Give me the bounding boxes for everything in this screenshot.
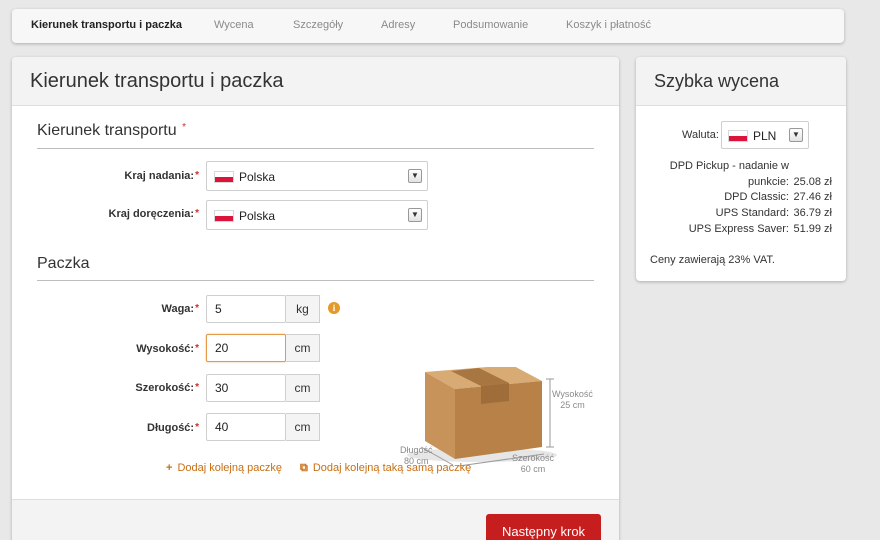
ups-express-label: UPS Express Saver:: [688, 223, 789, 235]
next-step-button[interactable]: Następny krok: [486, 514, 601, 540]
width-dimension-name: Szerokość: [512, 453, 555, 463]
package-section-title: Paczka: [37, 255, 90, 272]
direction-section-title: Kierunek transportu *: [37, 122, 186, 140]
chevron-down-icon[interactable]: ▼: [408, 169, 422, 183]
chevron-down-icon[interactable]: ▼: [408, 208, 422, 222]
add-same-package-link[interactable]: ⧉ Dodaj kolejną taką samą paczkę: [300, 462, 471, 475]
step-addresses[interactable]: Adresy: [381, 19, 415, 31]
width-dimension-value: 60 cm: [520, 464, 546, 474]
ups-express-price: 51.99 zł: [793, 223, 832, 235]
shipment-form-card: Kierunek transportu i paczka Kierunek tr…: [12, 57, 619, 540]
info-icon[interactable]: i: [328, 302, 340, 314]
currency-select[interactable]: PLN ▼: [721, 121, 809, 149]
chevron-down-icon[interactable]: ▼: [789, 128, 803, 142]
required-mark: *: [195, 170, 199, 181]
height-dimension-label: Wysokość 25 cm: [552, 389, 593, 411]
flag-poland-icon: [214, 171, 234, 183]
origin-label-text: Kraj nadania:: [124, 170, 195, 182]
length-label-text: Długość:: [147, 422, 195, 434]
ups-standard-label: UPS Standard:: [715, 207, 789, 219]
height-dimension-value: 25 cm: [560, 400, 585, 410]
length-unit: cm: [286, 413, 320, 441]
add-package-link[interactable]: + Dodaj kolejną paczkę: [166, 462, 282, 474]
weight-input[interactable]: [206, 295, 286, 323]
required-mark: *: [195, 422, 199, 433]
step-quote[interactable]: Wycena: [214, 19, 254, 31]
destination-country-select[interactable]: Polska ▼: [206, 200, 428, 230]
dpd-classic-price: 27.46 zł: [793, 191, 832, 203]
page-title: Kierunek transportu i paczka: [30, 69, 284, 92]
flag-poland-icon: [728, 130, 748, 142]
flag-poland-icon: [214, 210, 234, 222]
vat-note: Ceny zawierają 23% VAT.: [650, 254, 775, 266]
section-divider: [37, 280, 594, 281]
length-label: Długość:*: [147, 422, 199, 434]
height-label: Wysokość:*: [136, 343, 199, 355]
step-cart-payment[interactable]: Koszyk i płatność: [566, 19, 651, 31]
step-details[interactable]: Szczegóły: [293, 19, 343, 31]
origin-country-label: Kraj nadania:*: [124, 170, 199, 182]
quick-quote-card: Szybka wycena Waluta: PLN ▼ DPD Pickup -…: [636, 57, 846, 281]
dpd-classic-label: DPD Classic:: [724, 191, 789, 203]
weight-unit: kg: [286, 295, 320, 323]
height-unit: cm: [286, 334, 320, 362]
dpd-pickup-price: 25.08 zł: [793, 176, 832, 188]
ups-standard-price: 36.79 zł: [793, 207, 832, 219]
width-unit: cm: [286, 374, 320, 402]
dpd-pickup-label-cont: punkcie:: [748, 176, 789, 188]
add-package-text: Dodaj kolejną paczkę: [177, 462, 283, 474]
step-direction-package[interactable]: Kierunek transportu i paczka: [31, 19, 182, 31]
height-input[interactable]: [206, 334, 286, 362]
required-mark: *: [182, 122, 186, 133]
weight-label: Waga:*: [162, 303, 200, 315]
width-label-text: Szerokość:: [135, 382, 195, 394]
length-dimension-name: Długość: [400, 445, 433, 455]
required-mark: *: [195, 343, 199, 354]
currency-label: Waluta:: [682, 129, 719, 141]
direction-title-text: Kierunek transportu: [37, 122, 177, 139]
destination-label-text: Kraj doręczenia:: [108, 208, 195, 220]
destination-country-label: Kraj doręczenia:*: [109, 208, 200, 220]
section-divider: [37, 148, 594, 149]
required-mark: *: [195, 208, 199, 219]
steps-bar: Kierunek transportu i paczka Wycena Szcz…: [12, 9, 844, 43]
dpd-pickup-label: DPD Pickup - nadanie w: [669, 160, 789, 172]
quick-quote-title: Szybka wycena: [654, 70, 780, 91]
required-mark: *: [195, 382, 199, 393]
destination-country-value: Polska: [239, 209, 276, 223]
height-label-text: Wysokość:: [136, 343, 195, 355]
copy-icon: ⧉: [300, 462, 308, 474]
height-dimension-name: Wysokość: [552, 389, 593, 399]
required-mark: *: [195, 303, 199, 314]
add-same-package-text: Dodaj kolejną taką samą paczkę: [312, 462, 472, 474]
weight-label-text: Waga:: [161, 303, 195, 315]
origin-country-select[interactable]: Polska ▼: [206, 161, 428, 191]
card-header: Kierunek transportu i paczka: [12, 57, 619, 106]
width-input[interactable]: [206, 374, 286, 402]
card-header: Szybka wycena: [636, 57, 846, 106]
width-label: Szerokość:*: [135, 382, 199, 394]
width-dimension-label: Szerokość 60 cm: [512, 453, 554, 475]
step-summary[interactable]: Podsumowanie: [453, 19, 528, 31]
plus-icon: +: [166, 462, 173, 474]
origin-country-value: Polska: [239, 170, 276, 184]
currency-value: PLN: [753, 129, 777, 143]
length-input[interactable]: [206, 413, 286, 441]
